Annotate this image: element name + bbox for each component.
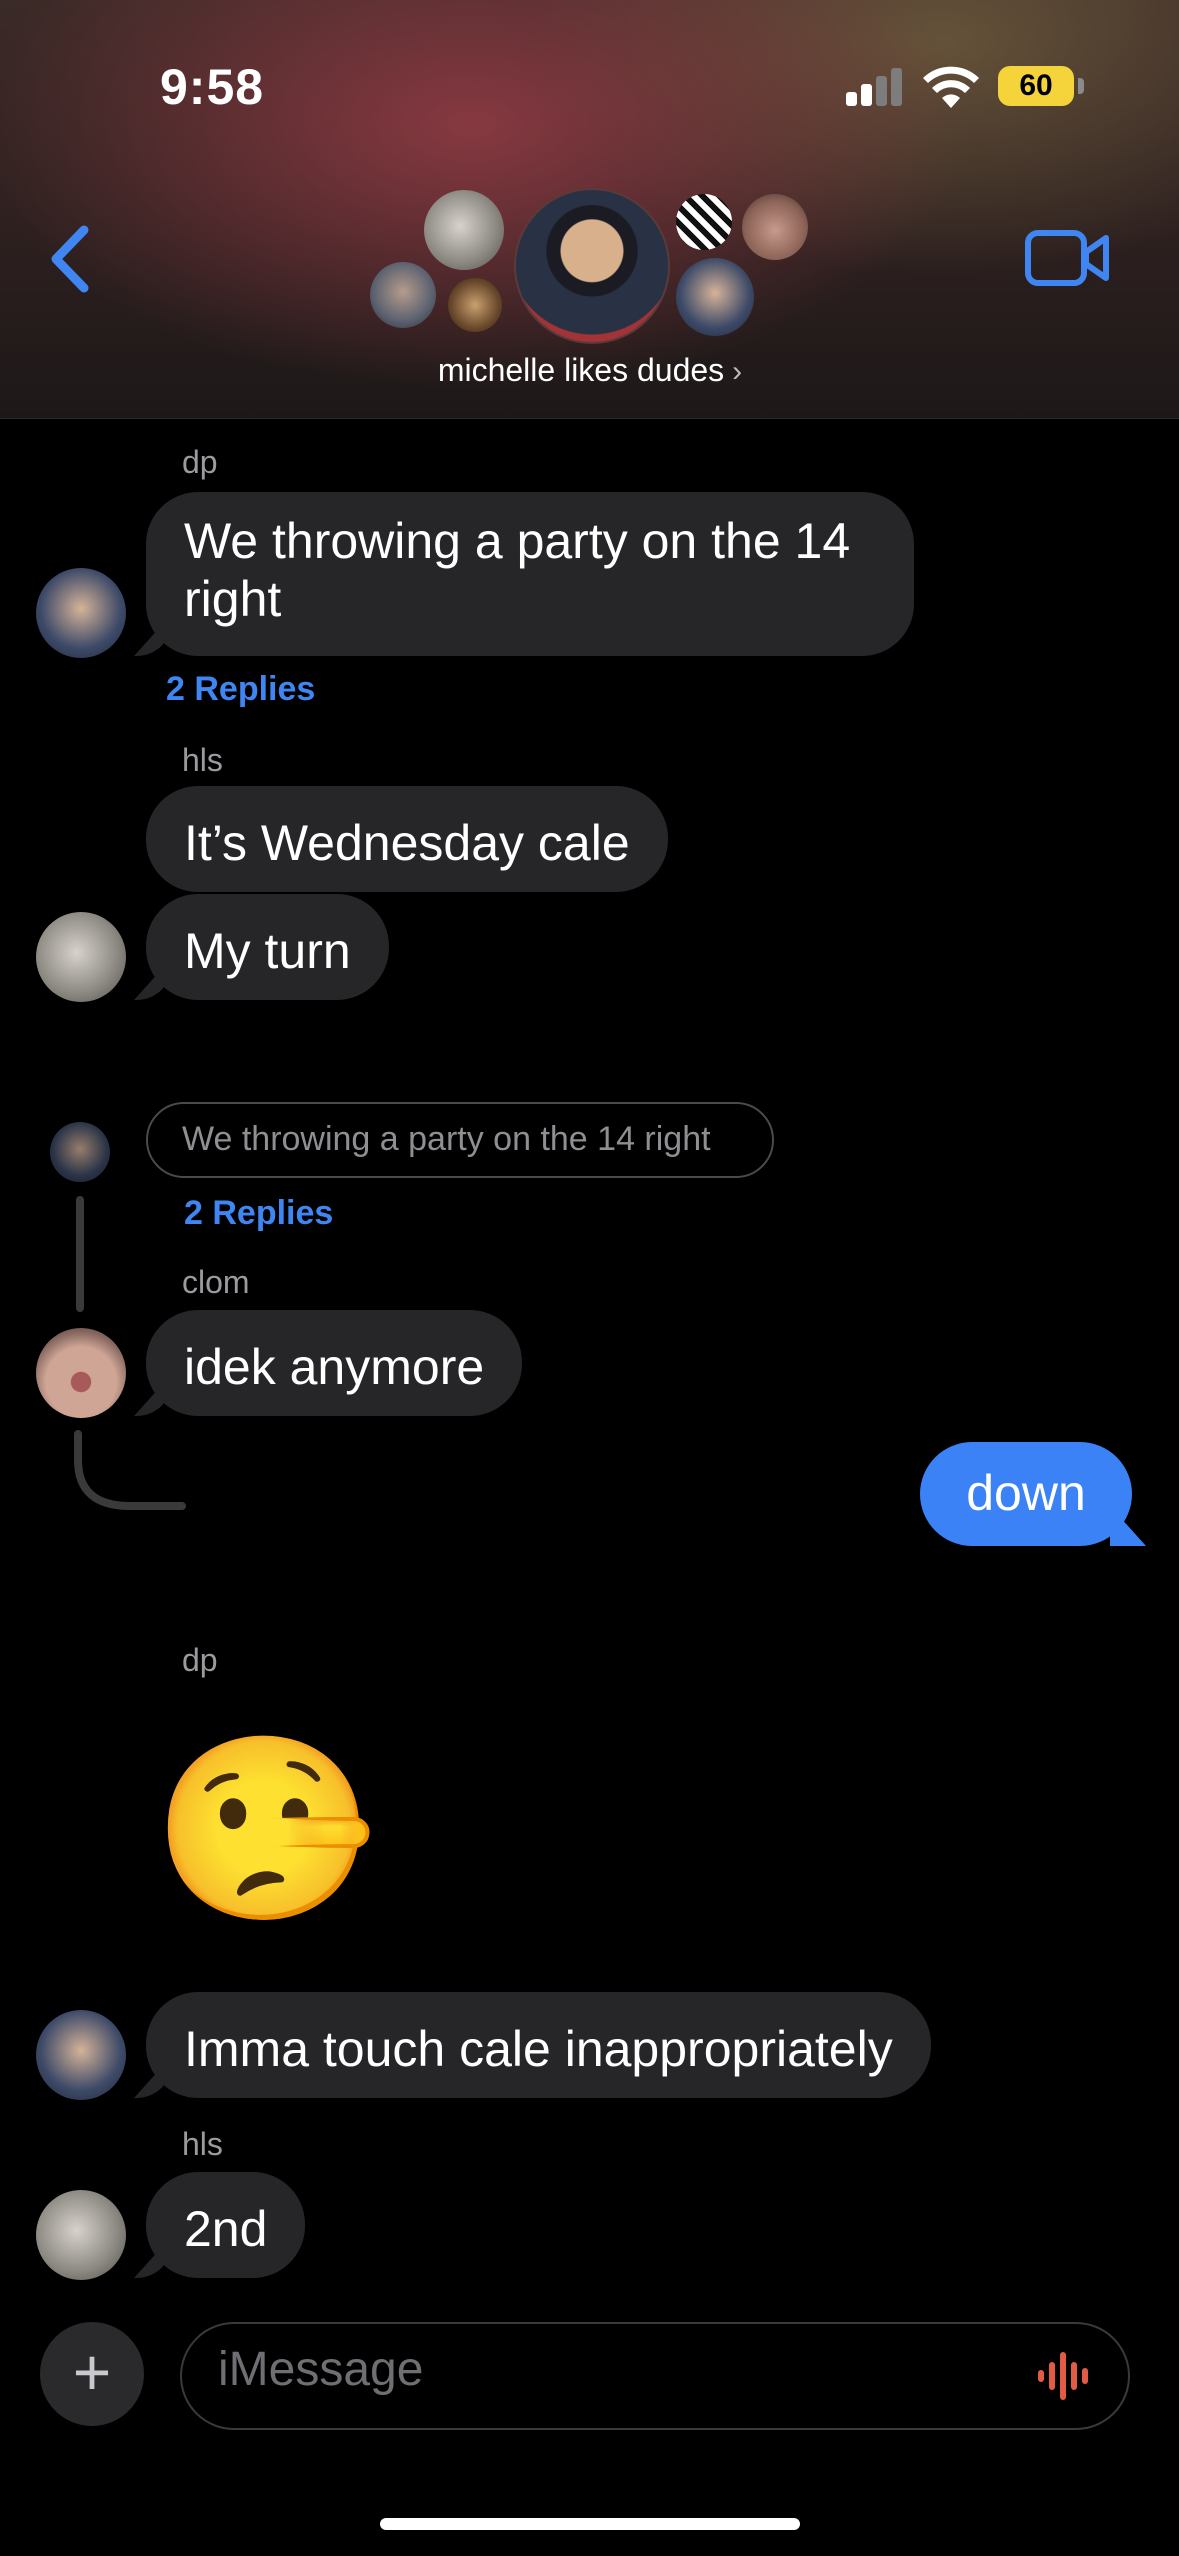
message-bubble[interactable]: Imma touch cale inappropriately bbox=[146, 1992, 931, 2098]
emoji-message[interactable]: 🤥 bbox=[152, 1730, 376, 1930]
avatar bbox=[50, 1122, 110, 1182]
audio-waveform-icon[interactable] bbox=[1036, 2346, 1096, 2406]
message-text: Imma touch cale inappropriately bbox=[184, 2021, 893, 2077]
avatar[interactable] bbox=[36, 568, 126, 658]
thread-line bbox=[76, 1196, 84, 1312]
message-input-placeholder: iMessage bbox=[218, 2343, 424, 2396]
avatar[interactable] bbox=[36, 2190, 126, 2280]
avatar[interactable] bbox=[36, 1328, 126, 1418]
message-text: My turn bbox=[184, 923, 351, 979]
message-bubble[interactable]: It’s Wednesday cale bbox=[146, 786, 668, 892]
back-chevron-icon[interactable] bbox=[44, 224, 98, 294]
message-text: 2nd bbox=[184, 2201, 268, 2257]
group-avatar-dog[interactable] bbox=[424, 190, 504, 270]
replies-link[interactable]: 2 Replies bbox=[184, 1194, 333, 1233]
video-call-icon[interactable] bbox=[1024, 228, 1110, 288]
sender-name: dp bbox=[182, 444, 218, 480]
sender-name: hls bbox=[182, 742, 223, 778]
home-indicator bbox=[380, 2518, 800, 2530]
group-avatar-face[interactable] bbox=[742, 194, 808, 260]
group-avatar-small-left[interactable] bbox=[370, 262, 436, 328]
avatar[interactable] bbox=[36, 912, 126, 1002]
chevron-right-icon: › bbox=[732, 355, 743, 388]
group-name-label: michelle likes dudes bbox=[437, 352, 725, 388]
message-text: down bbox=[966, 1465, 1086, 1521]
cellular-signal-icon bbox=[846, 66, 904, 106]
message-bubble[interactable]: 2nd bbox=[146, 2172, 306, 2278]
message-bubble[interactable]: My turn bbox=[146, 894, 389, 1000]
message-text: We throwing a party on the 14 right bbox=[184, 513, 851, 627]
group-avatar-main[interactable] bbox=[514, 188, 670, 344]
replies-link[interactable]: 2 Replies bbox=[166, 670, 315, 709]
battery-cap bbox=[1078, 78, 1084, 94]
status-time: 9:58 bbox=[160, 59, 265, 115]
sender-name: hls bbox=[182, 2126, 223, 2162]
outgoing-message-bubble[interactable]: down bbox=[920, 1442, 1132, 1546]
thread-connector bbox=[74, 1430, 186, 1510]
group-avatar-bw[interactable] bbox=[676, 194, 732, 250]
add-attachment-button[interactable]: + bbox=[40, 2322, 144, 2426]
group-avatar-cat[interactable] bbox=[448, 278, 502, 332]
quoted-message[interactable]: We throwing a party on the 14 right bbox=[146, 1102, 774, 1178]
avatar[interactable] bbox=[36, 2010, 126, 2100]
message-bubble[interactable]: idek anymore bbox=[146, 1310, 523, 1416]
group-avatar-selfie[interactable] bbox=[676, 258, 754, 336]
message-bubble[interactable]: We throwing a party on the 14 right bbox=[146, 492, 914, 656]
sender-name: clom bbox=[182, 1264, 250, 1300]
sender-name: dp bbox=[182, 1642, 218, 1678]
quoted-text: We throwing a party on the 14 right bbox=[182, 1120, 711, 1158]
message-text: It’s Wednesday cale bbox=[184, 815, 630, 871]
wifi-icon bbox=[923, 66, 979, 108]
message-text: idek anymore bbox=[184, 1339, 485, 1395]
group-name[interactable]: michelle likes dudes › bbox=[300, 352, 880, 389]
conversation-header: 9:58 60 michelle likes dudes › bbox=[0, 0, 1179, 419]
battery-indicator: 60 bbox=[998, 66, 1074, 106]
